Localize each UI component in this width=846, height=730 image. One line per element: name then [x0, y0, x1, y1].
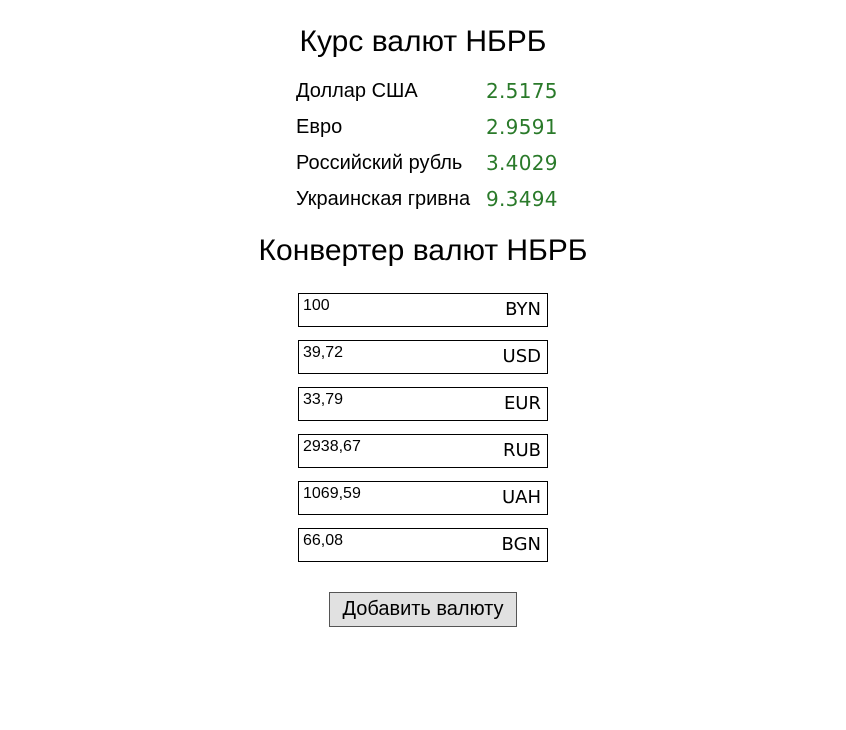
amount-input-uah[interactable] — [298, 481, 548, 515]
converter-row-eur: EUR — [298, 387, 548, 421]
converter-row-usd: USD — [298, 340, 548, 374]
amount-input-eur[interactable] — [298, 387, 548, 421]
rate-value: 2.9591 — [486, 115, 558, 139]
converter-list: BYN USD EUR RUB UAH BGN — [298, 293, 548, 575]
rate-row-eur: Евро 2.9591 — [296, 109, 576, 145]
rate-name: Российский рубль — [296, 151, 463, 174]
converter-row-rub: RUB — [298, 434, 548, 468]
converter-row-byn: BYN — [298, 293, 548, 327]
rate-row-rub: Российский рубль 3.4029 — [296, 145, 576, 181]
add-currency-button[interactable]: Добавить валюту — [329, 592, 517, 627]
rate-row-usd: Доллар США 2.5175 — [296, 73, 576, 109]
amount-input-usd[interactable] — [298, 340, 548, 374]
rate-value: 3.4029 — [486, 151, 558, 175]
rate-name: Украинская гривна — [296, 187, 471, 210]
amount-input-rub[interactable] — [298, 434, 548, 468]
rate-name: Евро — [296, 115, 343, 138]
rates-list: Доллар США 2.5175 Евро 2.9591 Российский… — [296, 73, 576, 217]
amount-input-byn[interactable] — [298, 293, 548, 327]
rate-value: 2.5175 — [486, 79, 558, 103]
amount-input-bgn[interactable] — [298, 528, 548, 562]
converter-title: Конвертер валют НБРБ — [258, 234, 588, 267]
converter-row-bgn: BGN — [298, 528, 548, 562]
rate-row-uah: Украинская гривна 9.3494 — [296, 181, 576, 217]
rate-name: Доллар США — [296, 79, 418, 102]
converter-row-uah: UAH — [298, 481, 548, 515]
rates-title: Курс валют НБРБ — [299, 25, 547, 58]
rate-value: 9.3494 — [486, 187, 558, 211]
